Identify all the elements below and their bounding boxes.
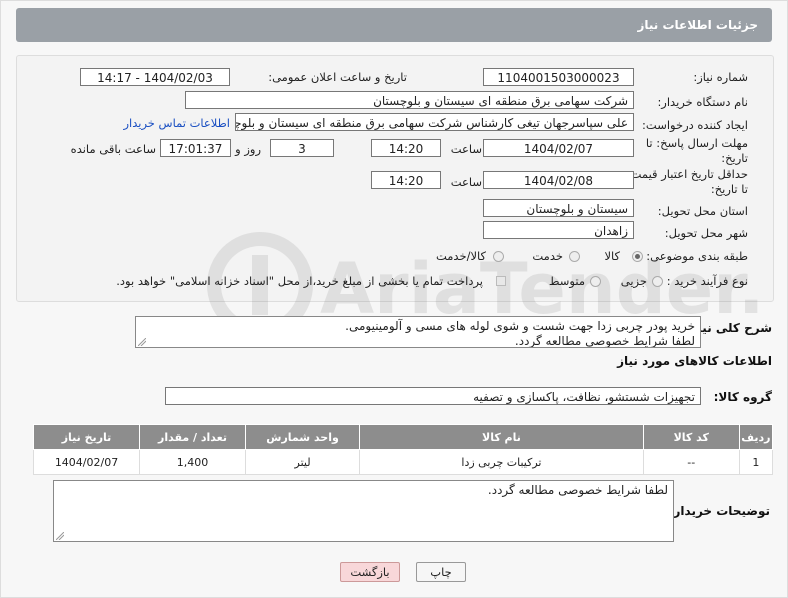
process-option-minor: جزیی [620,274,647,288]
buyer-org-label: نام دستگاه خریدار: [657,95,748,109]
cell-row: 1 [738,449,774,475]
validity-time-field: 14:20 [371,171,441,189]
col-qty: تعداد / مقدار [139,424,247,450]
days-label: روز و [235,142,261,156]
col-row: ردیف [738,424,774,450]
category-option-goods: کالا [604,249,620,263]
validity-time-label: ساعت [450,175,482,189]
col-name: نام کالا [359,424,644,450]
print-button[interactable]: چاپ [416,562,466,582]
resize-grip-icon[interactable] [138,338,146,346]
deadline-label-line2: تاریخ: [721,151,748,165]
announce-datetime-field: 1404/02/03 - 14:17 [80,68,230,86]
table-row: 1 -- ترکیبات چربی زدا لیتر 1,400 1404/02… [32,449,774,475]
payment-note: پرداخت تمام یا بخشی از مبلغ خرید،از محل … [116,274,483,288]
cell-name: ترکیبات چربی زدا [359,449,644,475]
goods-group-field: تجهیزات شستشو، نظافت، پاکسازی و تصفیه [165,387,701,405]
back-button[interactable]: بازگشت [340,562,400,582]
category-option-service: خدمت [532,249,563,263]
cell-qty: 1,400 [139,449,247,475]
buyer-notes-label: توضیحات خریدار: [668,504,770,518]
remaining-time-field: 17:01:37 [160,139,231,157]
goods-table: ردیف کد کالا نام کالا واحد شمارش تعداد /… [32,424,774,475]
page-title: جزئیات اطلاعات نیاز [637,18,758,32]
cell-unit: لیتر [245,449,361,475]
col-code: کد کالا [642,424,740,450]
category-radio-goods[interactable] [632,251,643,262]
creator-field: علی سپاسرجهان تیغی کارشناس شرکت سهامی بر… [235,113,634,131]
cell-code: -- [642,449,740,475]
description-line-2: لطفا شرایط خصوصی مطالعه گردد. [514,334,695,348]
contact-buyer-link[interactable]: اطلاعات تماس خریدار [123,116,230,130]
process-radio-minor[interactable] [652,276,663,287]
buyer-notes-text: لطفا شرایط خصوصی مطالعه گردد. [487,483,668,497]
category-option-goods-service: کالا/خدمت [435,249,486,263]
goods-group-label: گروه کالا: [713,390,772,404]
need-number-label: شماره نیاز: [693,70,748,84]
cell-date: 1404/02/07 [32,449,141,475]
city-label: شهر محل تحویل: [664,226,748,240]
announce-label: تاریخ و ساعت اعلان عمومی: [268,70,407,84]
remaining-label: ساعت باقی مانده [70,142,156,156]
category-radio-service[interactable] [569,251,580,262]
validity-label-line1: حداقل تاریخ اعتبار قیمت: [626,167,748,181]
description-textarea[interactable]: خرید پودر چربی زدا جهت شست و شوی لوله ها… [135,316,701,348]
deadline-date-field: 1404/02/07 [483,139,634,157]
province-field: سیستان و بلوچستان [483,199,634,217]
validity-date-field: 1404/02/08 [483,171,634,189]
process-option-medium: متوسط [548,274,585,288]
buyer-org-field: شرکت سهامی برق منطقه ای سیستان و بلوچستا… [185,91,634,109]
col-date: تاریخ نیاز [32,424,141,450]
deadline-time-field: 14:20 [371,139,441,157]
goods-section-title: اطلاعات کالاهای مورد نیاز [617,354,772,368]
col-unit: واحد شمارش [245,424,361,450]
treasury-checkbox[interactable] [496,276,506,286]
process-radio-medium[interactable] [590,276,601,287]
province-label: استان محل تحویل: [657,204,748,218]
city-field: زاهدان [483,221,634,239]
goods-table-header: ردیف کد کالا نام کالا واحد شمارش تعداد /… [32,424,774,450]
need-number-field: 1104001503000023 [483,68,634,86]
category-radio-goods-service[interactable] [493,251,504,262]
process-label: نوع فرآیند خرید : [666,274,748,288]
description-line-1: خرید پودر چربی زدا جهت شست و شوی لوله ها… [345,319,695,333]
deadline-label-line1: مهلت ارسال پاسخ: تا [645,136,748,150]
resize-grip-icon[interactable] [56,532,64,540]
deadline-time-label: ساعت [450,142,482,156]
creator-label: ایجاد کننده درخواست: [642,118,748,132]
page-header: جزئیات اطلاعات نیاز [16,8,772,42]
days-remaining-field: 3 [270,139,334,157]
validity-label-line2: تا تاریخ: [710,182,748,196]
buyer-notes-textarea[interactable]: لطفا شرایط خصوصی مطالعه گردد. [53,480,674,542]
category-label: طبقه بندی موضوعی: [646,249,748,263]
